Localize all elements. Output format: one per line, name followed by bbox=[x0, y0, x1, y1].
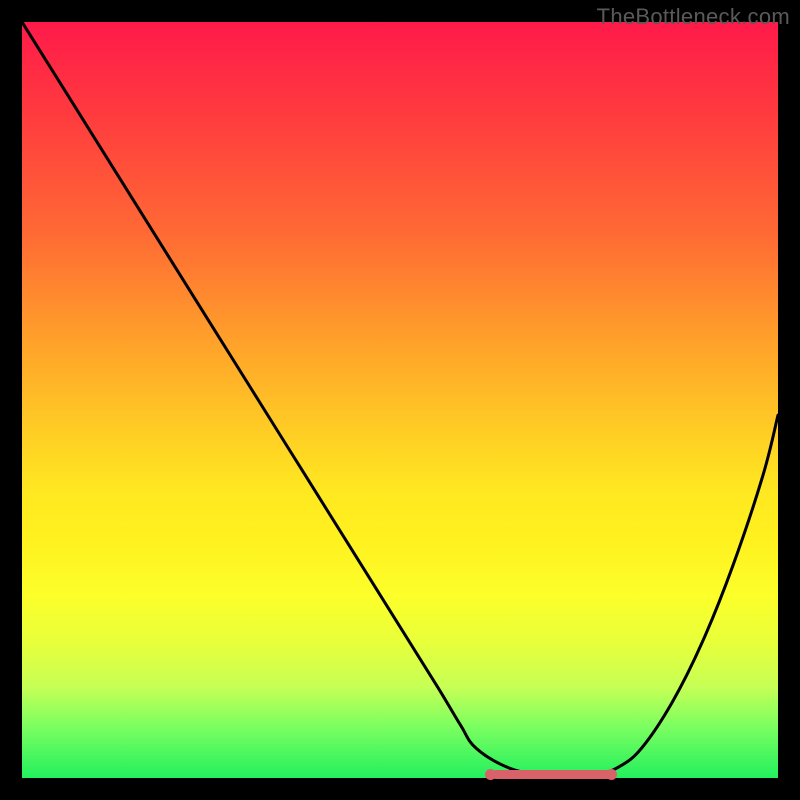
watermark-text: TheBottleneck.com bbox=[597, 4, 790, 30]
flat-segment-dot-left bbox=[485, 769, 496, 780]
chart-frame: TheBottleneck.com bbox=[0, 0, 800, 800]
bottleneck-curve bbox=[22, 22, 778, 775]
flat-segment bbox=[491, 770, 612, 779]
flat-segment-dot-right bbox=[606, 769, 617, 780]
curve-svg bbox=[22, 22, 778, 778]
plot-area bbox=[22, 22, 778, 778]
